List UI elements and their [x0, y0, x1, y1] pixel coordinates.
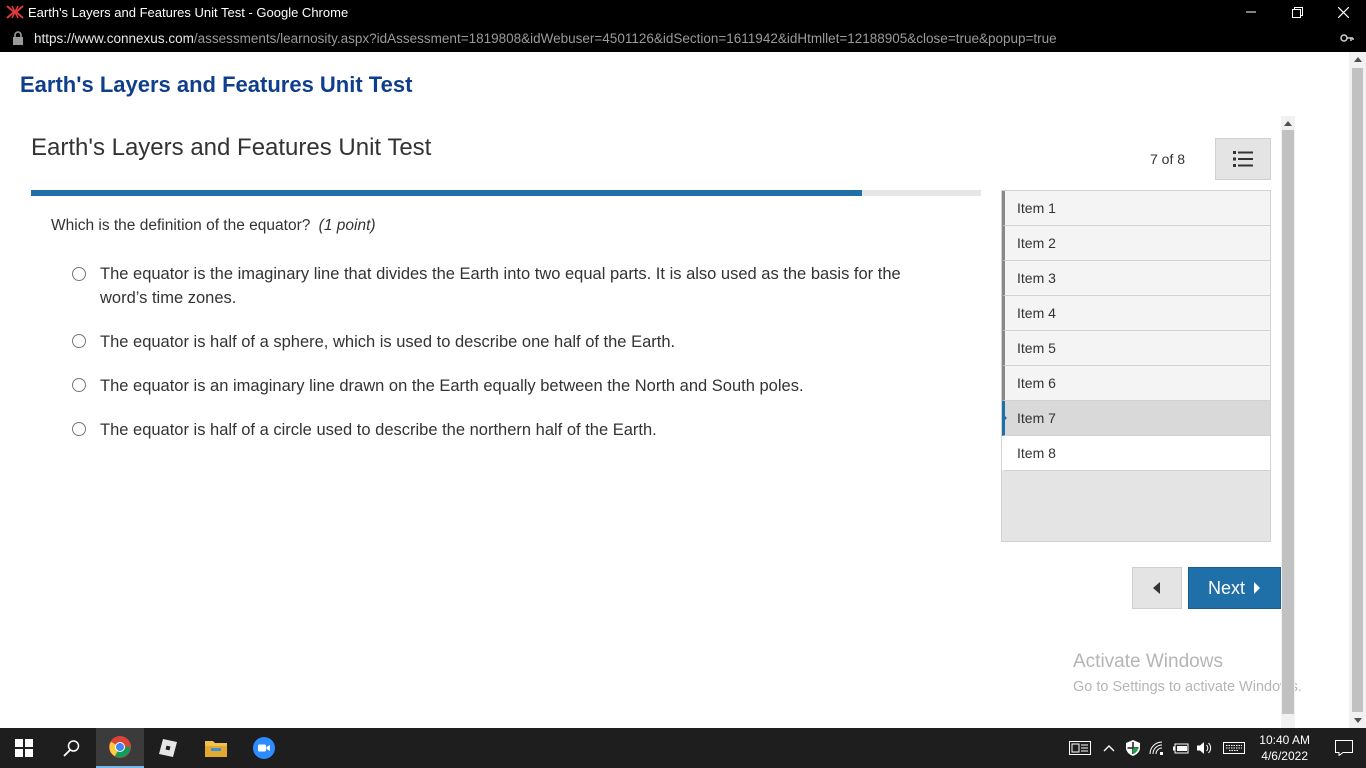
restore-button[interactable] [1274, 0, 1320, 24]
scroll-up-arrow-icon[interactable] [1353, 57, 1362, 62]
item-list-entry-4[interactable]: Item 4 [1002, 296, 1270, 331]
next-button[interactable]: Next [1188, 567, 1281, 609]
browser-title-bar: Earth's Layers and Features Unit Test - … [0, 0, 1366, 24]
question-prompt: Which is the definition of the equator? … [51, 217, 376, 235]
windows-taskbar: 10:40 AM 4/6/2022 [0, 728, 1366, 768]
url-path: /assessments/learnosity.aspx?idAssessmen… [193, 30, 1057, 46]
security-tray-icon[interactable] [1121, 728, 1145, 768]
taskbar-chrome[interactable] [96, 728, 144, 768]
connexus-logo-icon [6, 5, 24, 19]
address-bar[interactable]: https://www.connexus.com/assessments/lea… [0, 24, 1366, 52]
scrollbar-thumb[interactable] [1352, 68, 1363, 712]
item-list-entry-3[interactable]: Item 3 [1002, 261, 1270, 296]
question-points: (1 point) [318, 217, 376, 234]
window-title: Earth's Layers and Features Unit Test - … [28, 4, 349, 20]
roblox-icon [159, 739, 177, 757]
wifi-icon [1149, 741, 1164, 755]
previous-button[interactable] [1132, 567, 1182, 609]
notification-icon [1335, 740, 1353, 756]
start-button[interactable] [0, 728, 48, 768]
answer-options: The equator is the imaginary line that d… [72, 262, 952, 462]
test-title: Earth's Layers and Features Unit Test [31, 134, 432, 161]
close-icon [1337, 6, 1349, 18]
assessment-frame: Earth's Layers and Features Unit Test Wh… [12, 116, 1306, 728]
answer-option[interactable]: The equator is half of a sphere, which i… [72, 330, 952, 354]
answer-option-text[interactable]: The equator is half of a circle used to … [100, 418, 657, 442]
radio-button[interactable] [72, 422, 86, 436]
watermark-line-1: Activate Windows [1073, 651, 1223, 672]
minimize-button[interactable] [1228, 0, 1274, 24]
item-list-entry-7[interactable]: Item 7 [1002, 401, 1270, 436]
volume-tray-icon[interactable] [1193, 728, 1217, 768]
activate-windows-watermark: Activate Windows Go to Settings to activ… [1073, 651, 1302, 695]
list-icon [1233, 151, 1253, 167]
network-tray-icon[interactable] [1145, 728, 1169, 768]
system-tray: 10:40 AM 4/6/2022 [1063, 728, 1366, 768]
item-list-entry-8[interactable]: Item 8 [1002, 436, 1270, 471]
scroll-up-arrow-icon[interactable] [1284, 121, 1292, 126]
shield-icon [1126, 740, 1141, 756]
answer-option[interactable]: The equator is the imaginary line that d… [72, 262, 952, 310]
item-list-entry-1[interactable]: Item 1 [1002, 191, 1270, 226]
notifications-button[interactable] [1322, 728, 1366, 768]
windows-logo-icon [15, 739, 33, 757]
minimize-icon [1246, 11, 1256, 13]
caret-right-icon [1254, 582, 1260, 594]
radio-button[interactable] [72, 378, 86, 392]
page-scrollbar[interactable] [1349, 52, 1366, 728]
progress-bar-fill [31, 190, 863, 196]
watermark-line-2: Go to Settings to activate Windows. [1073, 679, 1302, 695]
lock-icon [12, 31, 24, 45]
close-button[interactable] [1320, 0, 1366, 24]
item-counter: 7 of 8 [1150, 151, 1186, 167]
speaker-icon [1197, 742, 1212, 754]
tablet-icon [1069, 741, 1092, 755]
taskbar-zoom[interactable] [240, 728, 288, 768]
system-clock[interactable]: 10:40 AM 4/6/2022 [1259, 732, 1310, 764]
answer-option-text[interactable]: The equator is the imaginary line that d… [100, 262, 952, 310]
show-hidden-icons-button[interactable] [1097, 728, 1121, 768]
question-text: Which is the definition of the equator? [51, 217, 311, 234]
progress-bar [31, 190, 981, 196]
item-list-entry-6[interactable]: Item 6 [1002, 366, 1270, 401]
action-center-app-icon[interactable] [1063, 728, 1097, 768]
page-header: Earth's Layers and Features Unit Test [20, 72, 413, 97]
item-list-toggle-button[interactable] [1215, 138, 1271, 180]
frame-scrollbar[interactable] [1281, 116, 1295, 728]
item-list-entry-2[interactable]: Item 2 [1002, 226, 1270, 261]
scroll-down-arrow-icon[interactable] [1353, 718, 1362, 723]
item-list-entry-5[interactable]: Item 5 [1002, 331, 1270, 366]
clock-date: 4/6/2022 [1261, 749, 1308, 763]
search-icon [63, 740, 80, 757]
chevron-up-icon [1103, 745, 1115, 752]
taskbar-roblox[interactable] [144, 728, 192, 768]
url-host: https://www.connexus.com [34, 30, 194, 46]
chrome-icon [109, 736, 131, 758]
clock-time: 10:40 AM [1259, 733, 1310, 747]
taskbar-file-explorer[interactable] [192, 728, 240, 768]
answer-option[interactable]: The equator is half of a circle used to … [72, 418, 952, 442]
radio-button[interactable] [72, 267, 86, 281]
caret-left-icon [1153, 582, 1160, 594]
battery-tray-icon[interactable] [1169, 728, 1193, 768]
keyboard-tray-icon[interactable] [1217, 728, 1251, 768]
keyboard-icon [1223, 742, 1246, 754]
answer-option-text[interactable]: The equator is an imaginary line drawn o… [100, 374, 804, 398]
answer-option[interactable]: The equator is an imaginary line drawn o… [72, 374, 952, 398]
search-button[interactable] [48, 728, 96, 768]
folder-icon [205, 741, 227, 757]
next-button-label: Next [1207, 577, 1245, 598]
item-list: Item 1 Item 2 Item 3 Item 4 Item 5 Item … [1001, 190, 1271, 542]
key-icon[interactable] [1340, 31, 1354, 48]
page-content: Earth's Layers and Features Unit Test Ea… [0, 52, 1366, 728]
scrollbar-thumb[interactable] [1282, 130, 1294, 714]
zoom-icon [253, 737, 275, 759]
battery-icon [1173, 743, 1189, 754]
radio-button[interactable] [72, 334, 86, 348]
answer-option-text[interactable]: The equator is half of a sphere, which i… [100, 330, 675, 354]
restore-icon [1291, 6, 1303, 18]
